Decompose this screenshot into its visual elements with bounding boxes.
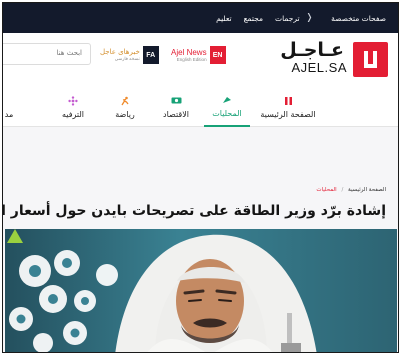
nav-label-economy: الاقتصاد bbox=[163, 109, 189, 119]
breadcrumb: الصفحة الرئيسية / المحليات bbox=[316, 187, 386, 193]
logo-arabic-text[interactable]: عـاجـل bbox=[280, 39, 344, 61]
english-edition-subtitle: English Edition bbox=[176, 57, 207, 62]
nav-item-economy[interactable]: الاقتصاد bbox=[154, 87, 198, 127]
nav-item-home[interactable]: الصفحة الرئيسية bbox=[254, 87, 322, 127]
nav-label-entertainment: الترفيه bbox=[61, 109, 84, 119]
farsi-edition-link[interactable]: خبرهای عاجل نسخه فارسی FA bbox=[100, 44, 159, 66]
breadcrumb-current[interactable]: المحليات bbox=[316, 187, 336, 193]
topbar-link-society[interactable]: مجتمع bbox=[244, 14, 263, 23]
sport-icon bbox=[120, 96, 130, 108]
nav-item-partial[interactable]: مد bbox=[3, 87, 19, 127]
site-header: عـاجـل AJEL.SA Ajel News English Edition… bbox=[3, 33, 398, 87]
search-input[interactable]: ابحث هنا bbox=[3, 43, 91, 65]
logo-english-text[interactable]: AJEL.SA bbox=[291, 60, 347, 75]
nav-item-entertainment[interactable]: الترفيه bbox=[53, 87, 93, 127]
chevron-left-icon: ❬ bbox=[305, 13, 314, 23]
nav-label-partial: مد bbox=[4, 109, 14, 119]
article-hero-image[interactable] bbox=[5, 229, 397, 352]
farsi-edition-title: خبرهای عاجل bbox=[100, 48, 140, 56]
fa-badge-icon: FA bbox=[142, 46, 159, 64]
home-icon bbox=[284, 96, 293, 108]
browser-viewport: صفحات متخصصة ❬ ترجمات مجتمع تعليم عـاجـل… bbox=[2, 2, 399, 353]
breadcrumb-home[interactable]: الصفحة الرئيسية bbox=[348, 187, 386, 193]
breadcrumb-separator: / bbox=[341, 187, 344, 193]
english-edition-title: Ajel News bbox=[171, 48, 207, 57]
entertainment-icon bbox=[68, 95, 78, 108]
topbar-link-specialized[interactable]: صفحات متخصصة bbox=[331, 14, 386, 23]
money-icon bbox=[171, 96, 182, 108]
top-bar: صفحات متخصصة ❬ ترجمات مجتمع تعليم bbox=[3, 3, 398, 33]
nav-item-local[interactable]: المحليات bbox=[204, 87, 250, 127]
local-icon bbox=[222, 95, 232, 107]
farsi-edition-subtitle: نسخه فارسی bbox=[114, 56, 140, 61]
english-edition-link[interactable]: Ajel News English Edition EN bbox=[171, 44, 226, 66]
nav-label-local: المحليات bbox=[212, 108, 242, 118]
topbar-link-translations[interactable]: ترجمات bbox=[275, 14, 300, 23]
nav-label-sport: رياضة bbox=[115, 109, 135, 119]
ajel-logo-icon[interactable] bbox=[353, 42, 388, 77]
nav-item-sport[interactable]: رياضة bbox=[107, 87, 143, 127]
main-nav: الصفحة الرئيسية المحليات الاقتصاد رياضة … bbox=[3, 87, 398, 127]
topbar-link-education[interactable]: تعليم bbox=[216, 14, 231, 23]
nav-label-home: الصفحة الرئيسية bbox=[260, 109, 316, 119]
en-badge-icon: EN bbox=[209, 46, 226, 64]
article-title: إشادة برّد وزير الطاقة على تصريحات بايدن… bbox=[2, 203, 386, 219]
